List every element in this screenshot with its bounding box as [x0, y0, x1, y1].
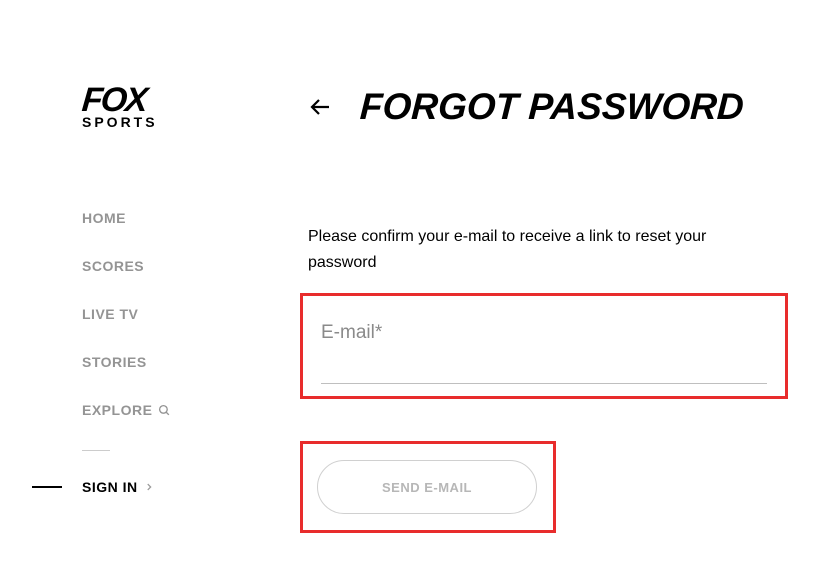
header: FORGOT PASSWORD [308, 86, 788, 128]
email-input[interactable] [321, 350, 767, 384]
nav-item-home[interactable]: HOME [82, 210, 262, 226]
logo[interactable]: FOX SPORTS [82, 86, 262, 130]
sign-in-indicator [32, 486, 62, 488]
page-title: FORGOT PASSWORD [359, 86, 745, 128]
nav-item-explore[interactable]: EXPLORE [82, 402, 262, 418]
nav-item-label: LIVE TV [82, 306, 138, 322]
nav-item-stories[interactable]: STORIES [82, 354, 262, 370]
main-content: FORGOT PASSWORD Please confirm your e-ma… [308, 86, 788, 533]
email-label: E-mail* [321, 322, 767, 344]
sign-in-link[interactable]: SIGN IN [82, 479, 154, 495]
sidebar: FOX SPORTS HOME SCORES LIVE TV STORIES E… [82, 86, 262, 495]
logo-fox-text: FOX [81, 86, 147, 115]
sign-in-row: SIGN IN [32, 479, 262, 495]
nav-item-label: EXPLORE [82, 402, 152, 418]
chevron-right-icon [144, 482, 154, 492]
sign-in-label: SIGN IN [82, 479, 138, 495]
send-email-button[interactable]: SEND E-MAIL [317, 460, 537, 514]
nav-item-label: HOME [82, 210, 126, 226]
nav-item-live-tv[interactable]: LIVE TV [82, 306, 262, 322]
arrow-left-icon [308, 95, 332, 119]
nav-item-scores[interactable]: SCORES [82, 258, 262, 274]
email-highlight-box: E-mail* [300, 293, 788, 399]
back-button[interactable] [308, 95, 332, 119]
nav-list: HOME SCORES LIVE TV STORIES EXPLORE [82, 210, 262, 418]
instruction-text: Please confirm your e-mail to receive a … [308, 224, 768, 275]
button-highlight-box: SEND E-MAIL [300, 441, 556, 533]
nav-item-label: STORIES [82, 354, 147, 370]
nav-divider [82, 450, 110, 451]
nav-item-label: SCORES [82, 258, 144, 274]
email-field-wrapper: E-mail* [321, 322, 767, 384]
search-icon [158, 404, 171, 417]
